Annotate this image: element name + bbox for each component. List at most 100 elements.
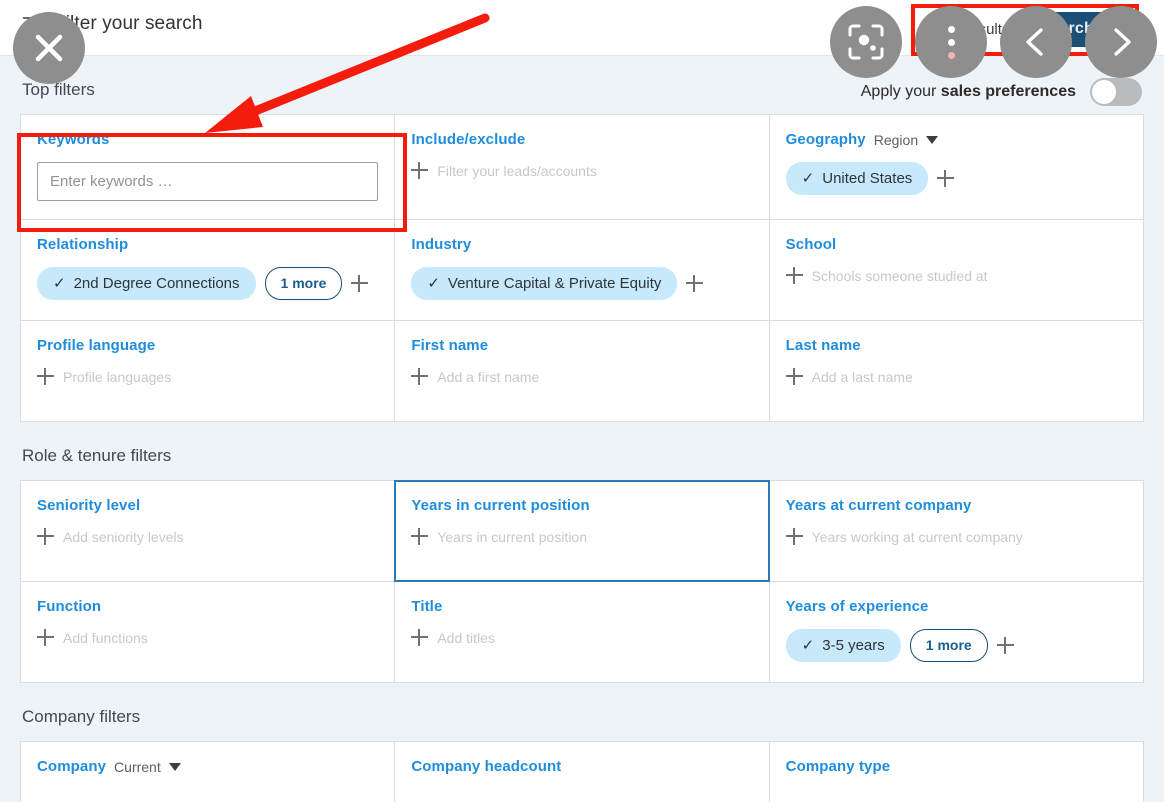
panel-header: Filter your search 2,199 results Search: [0, 0, 1164, 56]
filter-placeholder-text: Add functions: [63, 629, 148, 646]
plus-icon[interactable]: [411, 528, 429, 545]
plus-icon[interactable]: [37, 629, 54, 646]
filter-label: Industry: [411, 236, 472, 253]
filter-cell-relationship[interactable]: Relationship ✓ 2nd Degree Connections 1 mor…: [21, 220, 395, 320]
filter-cell-years-of-experience[interactable]: Years of experience ✓ 3-5 years 1 more: [769, 582, 1143, 682]
plus-icon[interactable]: [351, 275, 369, 292]
filter-cell-years-in-current-position[interactable]: Years in current position Years in curren…: [394, 480, 770, 582]
filter-label: Years at current company: [785, 497, 972, 514]
add-filter-row[interactable]: Add seniority levels: [37, 528, 378, 545]
add-filter-row[interactable]: Schools someone studied at: [785, 267, 1127, 284]
filter-cell-header: Company type: [786, 758, 1127, 775]
chevron-left-icon[interactable]: [1000, 6, 1072, 78]
filter-cell-header: Years in current position: [411, 497, 752, 514]
chevron-right-icon[interactable]: [1085, 6, 1157, 78]
filter-placeholder-text: Schools someone studied at: [811, 267, 988, 284]
filter-cell-header: Function: [37, 598, 378, 615]
chevron-down-icon[interactable]: [926, 135, 939, 144]
plus-icon[interactable]: [411, 162, 429, 179]
more-options-icon[interactable]: [915, 6, 987, 78]
filter-pill[interactable]: ✓ 3-5 years: [785, 629, 901, 662]
filter-cell-header: School: [786, 236, 1127, 253]
filter-cell-school[interactable]: School Schools someone studied at: [769, 220, 1143, 320]
filter-label: Company type: [785, 758, 891, 775]
filter-cell-company-type[interactable]: Company type: [769, 742, 1143, 802]
plus-icon[interactable]: [785, 368, 803, 385]
filter-cell-header: Last name: [786, 337, 1127, 354]
filter-cell-industry[interactable]: Industry ✓ Venture Capital & Private Equit…: [395, 220, 769, 320]
filter-cell-keywords[interactable]: Keywords: [21, 115, 395, 219]
filter-pills: ✓ 2nd Degree Connections 1 more: [37, 267, 378, 300]
filter-pill-label: 3-5 years: [822, 636, 885, 654]
check-icon: ✓: [53, 275, 66, 292]
filter-cell-header: Years at current company: [786, 497, 1127, 514]
filter-cell-profile-language[interactable]: Profile language Profile languages: [21, 321, 395, 421]
filter-cell-function[interactable]: Function Add functions: [21, 582, 395, 682]
add-filter-row[interactable]: Add a last name: [785, 368, 1127, 385]
keywords-input[interactable]: [37, 162, 379, 201]
section-title: Top filters: [22, 80, 95, 99]
filter-pills: ✓ 3-5 years 1 more: [785, 629, 1127, 662]
filter-pill-label: 2nd Degree Connections: [73, 274, 240, 292]
lens-scan-icon[interactable]: [830, 6, 902, 78]
filter-label: Last name: [785, 337, 861, 354]
plus-icon[interactable]: [785, 528, 803, 545]
plus-icon[interactable]: [411, 368, 429, 385]
filter-cell-title[interactable]: Title Add titles: [395, 582, 769, 682]
filter-label: School: [785, 236, 837, 253]
filter-cell-header: Include/exclude: [411, 131, 752, 148]
add-filter-row[interactable]: Add titles: [411, 629, 752, 646]
more-dot: [947, 51, 955, 59]
filter-scope-value[interactable]: Current: [114, 759, 161, 775]
filter-cell-header: Keywords: [37, 131, 378, 148]
filter-placeholder-text: Years in current position: [437, 528, 588, 545]
filter-cell-include-exclude[interactable]: Include/exclude Filter your leads/account…: [395, 115, 769, 219]
add-filter-row[interactable]: Filter your leads/accounts: [411, 162, 752, 179]
filters-content: Top filters Keywords Include/exclude Filter…: [0, 56, 1164, 802]
add-filter-row[interactable]: Years working at current company: [785, 528, 1127, 545]
plus-icon[interactable]: [37, 368, 54, 385]
filter-placeholder-text: Filter your leads/accounts: [437, 162, 597, 179]
add-filter-row[interactable]: Profile languages: [37, 368, 378, 385]
filter-cell-years-at-current-company[interactable]: Years at current company Years working at…: [769, 481, 1143, 581]
filter-cell-header: Industry: [411, 236, 752, 253]
filter-cell-company-headcount[interactable]: Company headcount: [395, 742, 769, 802]
filter-cell-header: Company headcount: [411, 758, 752, 775]
filter-pill[interactable]: ✓ 2nd Degree Connections: [37, 267, 256, 300]
filter-pill[interactable]: ✓ Venture Capital & Private Equity: [411, 267, 678, 300]
plus-icon[interactable]: [411, 629, 429, 646]
filter-cell-header: Years of experience: [786, 598, 1127, 615]
add-filter-row[interactable]: Add a first name: [411, 368, 752, 385]
plus-icon[interactable]: [37, 528, 54, 545]
more-pill-button[interactable]: 1 more: [264, 267, 343, 300]
more-pill-button[interactable]: 1 more: [909, 629, 988, 662]
plus-icon[interactable]: [686, 275, 704, 292]
filter-scope-value[interactable]: Region: [874, 132, 918, 148]
add-filter-row[interactable]: Years in current position: [411, 528, 752, 545]
filter-search-panel: Filter your search 2,199 results Search …: [0, 0, 1164, 802]
chevron-down-icon[interactable]: [168, 762, 181, 771]
filter-pill[interactable]: ✓ United States: [785, 162, 929, 195]
check-icon: ✓: [801, 170, 815, 187]
filter-placeholder-text: Add titles: [437, 629, 495, 646]
plus-icon[interactable]: [996, 637, 1014, 654]
filter-label: Profile language: [37, 337, 156, 354]
filter-cell-company[interactable]: Company Current: [21, 742, 395, 802]
filter-placeholder-text: Profile languages: [63, 368, 172, 385]
filter-label: Geography: [785, 131, 866, 148]
plus-icon[interactable]: [937, 170, 955, 187]
add-filter-row[interactable]: Add functions: [37, 629, 378, 646]
filter-cell-first-name[interactable]: First name Add a first name: [395, 321, 769, 421]
filter-label: Function: [37, 598, 102, 615]
filter-label: Seniority level: [37, 497, 141, 514]
filter-cell-last-name[interactable]: Last name Add a last name: [769, 321, 1143, 421]
filter-cell-seniority-level[interactable]: Seniority level Add seniority levels: [21, 481, 395, 581]
plus-icon[interactable]: [785, 267, 803, 284]
more-dot: [947, 38, 955, 46]
filter-label: First name: [411, 337, 489, 354]
close-overlay-icon[interactable]: [13, 12, 85, 84]
filter-cell-geography[interactable]: Geography Region ✓ United States: [769, 115, 1143, 219]
filter-cell-header: Company Current: [37, 758, 378, 775]
filter-cell-header: Geography Region: [786, 131, 1127, 148]
more-dot: [947, 25, 955, 33]
